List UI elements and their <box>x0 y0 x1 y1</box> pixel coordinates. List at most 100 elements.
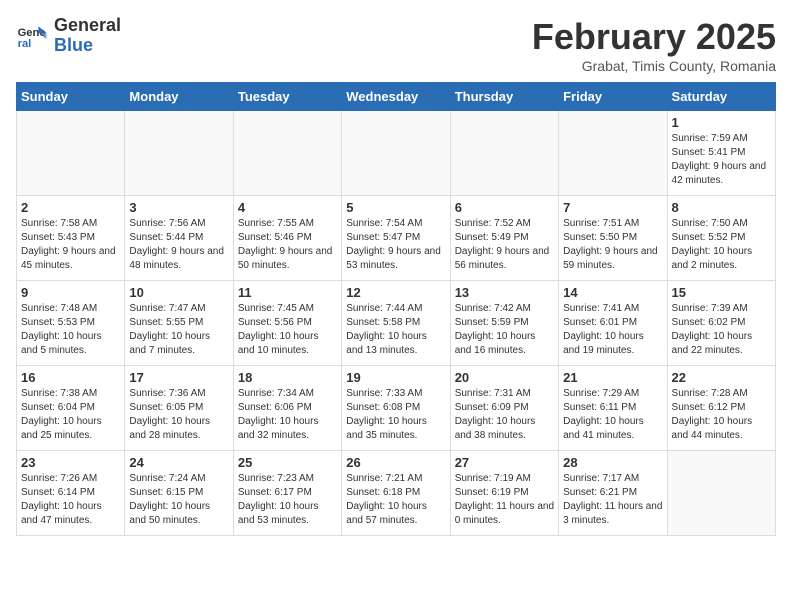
day-number: 4 <box>238 200 337 215</box>
calendar-cell: 27 Sunrise: 7:19 AM Sunset: 6:19 PM Dayli… <box>450 451 558 536</box>
day-info: Sunrise: 7:41 AM Sunset: 6:01 PM Dayligh… <box>563 302 662 358</box>
calendar-cell: 16Sunrise: 7:38 AM Sunset: 6:04 PM Dayli… <box>17 366 125 451</box>
calendar-cell: 18 Sunrise: 7:34 AM Sunset: 6:06 PM Dayli… <box>233 366 341 451</box>
week-row-1: 2 Sunrise: 7:58 AM Sunset: 5:43 PM Daylig… <box>17 196 776 281</box>
calendar-cell: 24 Sunrise: 7:24 AM Sunset: 6:15 PM Dayli… <box>125 451 233 536</box>
calendar-cell: 19 Sunrise: 7:33 AM Sunset: 6:08 PM Dayli… <box>342 366 450 451</box>
day-number: 28 <box>563 455 662 470</box>
day-number: 18 <box>238 370 337 385</box>
day-number: 3 <box>129 200 228 215</box>
calendar-cell <box>559 111 667 196</box>
day-info: Sunrise: 7:29 AM Sunset: 6:11 PM Dayligh… <box>563 387 662 443</box>
day-info: Sunrise: 7:51 AM Sunset: 5:50 PM Dayligh… <box>563 217 662 273</box>
calendar-cell <box>233 111 341 196</box>
day-number: 6 <box>455 200 554 215</box>
day-number: 1 <box>672 115 771 130</box>
day-number: 22 <box>672 370 771 385</box>
day-info: Sunrise: 7:26 AM Sunset: 6:14 PM Dayligh… <box>21 472 120 528</box>
calendar-cell: 15Sunrise: 7:39 AM Sunset: 6:02 PM Dayli… <box>667 281 775 366</box>
day-number: 2 <box>21 200 120 215</box>
calendar-cell: 8 Sunrise: 7:50 AM Sunset: 5:52 PM Daylig… <box>667 196 775 281</box>
calendar-cell: 11 Sunrise: 7:45 AM Sunset: 5:56 PM Dayli… <box>233 281 341 366</box>
day-number: 27 <box>455 455 554 470</box>
day-number: 17 <box>129 370 228 385</box>
calendar-cell: 20Sunrise: 7:31 AM Sunset: 6:09 PM Dayli… <box>450 366 558 451</box>
day-number: 8 <box>672 200 771 215</box>
day-number: 13 <box>455 285 554 300</box>
calendar-cell: 1Sunrise: 7:59 AM Sunset: 5:41 PM Daylig… <box>667 111 775 196</box>
weekday-header-monday: Monday <box>125 83 233 111</box>
day-info: Sunrise: 7:24 AM Sunset: 6:15 PM Dayligh… <box>129 472 228 528</box>
calendar-cell: 17 Sunrise: 7:36 AM Sunset: 6:05 PM Dayli… <box>125 366 233 451</box>
day-number: 19 <box>346 370 445 385</box>
day-info: Sunrise: 7:50 AM Sunset: 5:52 PM Dayligh… <box>672 217 771 273</box>
day-info: Sunrise: 7:28 AM Sunset: 6:12 PM Dayligh… <box>672 387 771 443</box>
calendar-cell <box>450 111 558 196</box>
day-info: Sunrise: 7:55 AM Sunset: 5:46 PM Dayligh… <box>238 217 337 273</box>
day-number: 25 <box>238 455 337 470</box>
logo-blue-text: Blue <box>54 36 121 56</box>
day-number: 20 <box>455 370 554 385</box>
calendar-cell: 5 Sunrise: 7:54 AM Sunset: 5:47 PM Daylig… <box>342 196 450 281</box>
day-info: Sunrise: 7:52 AM Sunset: 5:49 PM Dayligh… <box>455 217 554 273</box>
day-number: 24 <box>129 455 228 470</box>
calendar-cell: 13 Sunrise: 7:42 AM Sunset: 5:59 PM Dayli… <box>450 281 558 366</box>
week-row-3: 16Sunrise: 7:38 AM Sunset: 6:04 PM Dayli… <box>17 366 776 451</box>
calendar-cell <box>342 111 450 196</box>
calendar-cell: 4 Sunrise: 7:55 AM Sunset: 5:46 PM Daylig… <box>233 196 341 281</box>
logo-general-text: General <box>54 16 121 36</box>
calendar-cell: 9 Sunrise: 7:48 AM Sunset: 5:53 PM Daylig… <box>17 281 125 366</box>
day-info: Sunrise: 7:19 AM Sunset: 6:19 PM Dayligh… <box>455 472 554 528</box>
day-number: 9 <box>21 285 120 300</box>
weekday-header-friday: Friday <box>559 83 667 111</box>
day-info: Sunrise: 7:54 AM Sunset: 5:47 PM Dayligh… <box>346 217 445 273</box>
day-info: Sunrise: 7:45 AM Sunset: 5:56 PM Dayligh… <box>238 302 337 358</box>
day-info: Sunrise: 7:23 AM Sunset: 6:17 PM Dayligh… <box>238 472 337 528</box>
calendar-cell: 28 Sunrise: 7:17 AM Sunset: 6:21 PM Dayli… <box>559 451 667 536</box>
logo: Gene ral General Blue <box>16 16 121 56</box>
calendar-cell: 3Sunrise: 7:56 AM Sunset: 5:44 PM Daylig… <box>125 196 233 281</box>
calendar-cell: 14 Sunrise: 7:41 AM Sunset: 6:01 PM Dayli… <box>559 281 667 366</box>
day-number: 11 <box>238 285 337 300</box>
calendar-cell: 7 Sunrise: 7:51 AM Sunset: 5:50 PM Daylig… <box>559 196 667 281</box>
day-info: Sunrise: 7:42 AM Sunset: 5:59 PM Dayligh… <box>455 302 554 358</box>
title-block: February 2025 Grabat, Timis County, Roma… <box>532 16 776 74</box>
day-info: Sunrise: 7:36 AM Sunset: 6:05 PM Dayligh… <box>129 387 228 443</box>
logo-icon: Gene ral <box>16 20 48 52</box>
day-number: 7 <box>563 200 662 215</box>
calendar-cell: 23 Sunrise: 7:26 AM Sunset: 6:14 PM Dayli… <box>17 451 125 536</box>
week-row-0: 1Sunrise: 7:59 AM Sunset: 5:41 PM Daylig… <box>17 111 776 196</box>
day-info: Sunrise: 7:48 AM Sunset: 5:53 PM Dayligh… <box>21 302 120 358</box>
day-info: Sunrise: 7:47 AM Sunset: 5:55 PM Dayligh… <box>129 302 228 358</box>
weekday-header-saturday: Saturday <box>667 83 775 111</box>
calendar-cell <box>17 111 125 196</box>
weekday-header-thursday: Thursday <box>450 83 558 111</box>
calendar-cell: 12 Sunrise: 7:44 AM Sunset: 5:58 PM Dayli… <box>342 281 450 366</box>
weekday-header-tuesday: Tuesday <box>233 83 341 111</box>
day-info: Sunrise: 7:44 AM Sunset: 5:58 PM Dayligh… <box>346 302 445 358</box>
day-info: Sunrise: 7:21 AM Sunset: 6:18 PM Dayligh… <box>346 472 445 528</box>
calendar-cell: 2 Sunrise: 7:58 AM Sunset: 5:43 PM Daylig… <box>17 196 125 281</box>
week-row-4: 23 Sunrise: 7:26 AM Sunset: 6:14 PM Dayli… <box>17 451 776 536</box>
day-info: Sunrise: 7:33 AM Sunset: 6:08 PM Dayligh… <box>346 387 445 443</box>
day-info: Sunrise: 7:17 AM Sunset: 6:21 PM Dayligh… <box>563 472 662 528</box>
calendar-table: SundayMondayTuesdayWednesdayThursdayFrid… <box>16 82 776 536</box>
calendar-header-row: SundayMondayTuesdayWednesdayThursdayFrid… <box>17 83 776 111</box>
day-number: 21 <box>563 370 662 385</box>
page-header: Gene ral General Blue February 2025 Grab… <box>16 16 776 74</box>
calendar-cell: 10Sunrise: 7:47 AM Sunset: 5:55 PM Dayli… <box>125 281 233 366</box>
week-row-2: 9 Sunrise: 7:48 AM Sunset: 5:53 PM Daylig… <box>17 281 776 366</box>
day-number: 5 <box>346 200 445 215</box>
day-number: 23 <box>21 455 120 470</box>
day-number: 14 <box>563 285 662 300</box>
calendar-cell <box>125 111 233 196</box>
day-number: 16 <box>21 370 120 385</box>
month-title: February 2025 <box>532 16 776 58</box>
day-number: 12 <box>346 285 445 300</box>
logo-text: General Blue <box>54 16 121 56</box>
calendar-cell <box>667 451 775 536</box>
day-info: Sunrise: 7:58 AM Sunset: 5:43 PM Dayligh… <box>21 217 120 273</box>
calendar-cell: 22 Sunrise: 7:28 AM Sunset: 6:12 PM Dayli… <box>667 366 775 451</box>
calendar-cell: 6 Sunrise: 7:52 AM Sunset: 5:49 PM Daylig… <box>450 196 558 281</box>
day-info: Sunrise: 7:34 AM Sunset: 6:06 PM Dayligh… <box>238 387 337 443</box>
